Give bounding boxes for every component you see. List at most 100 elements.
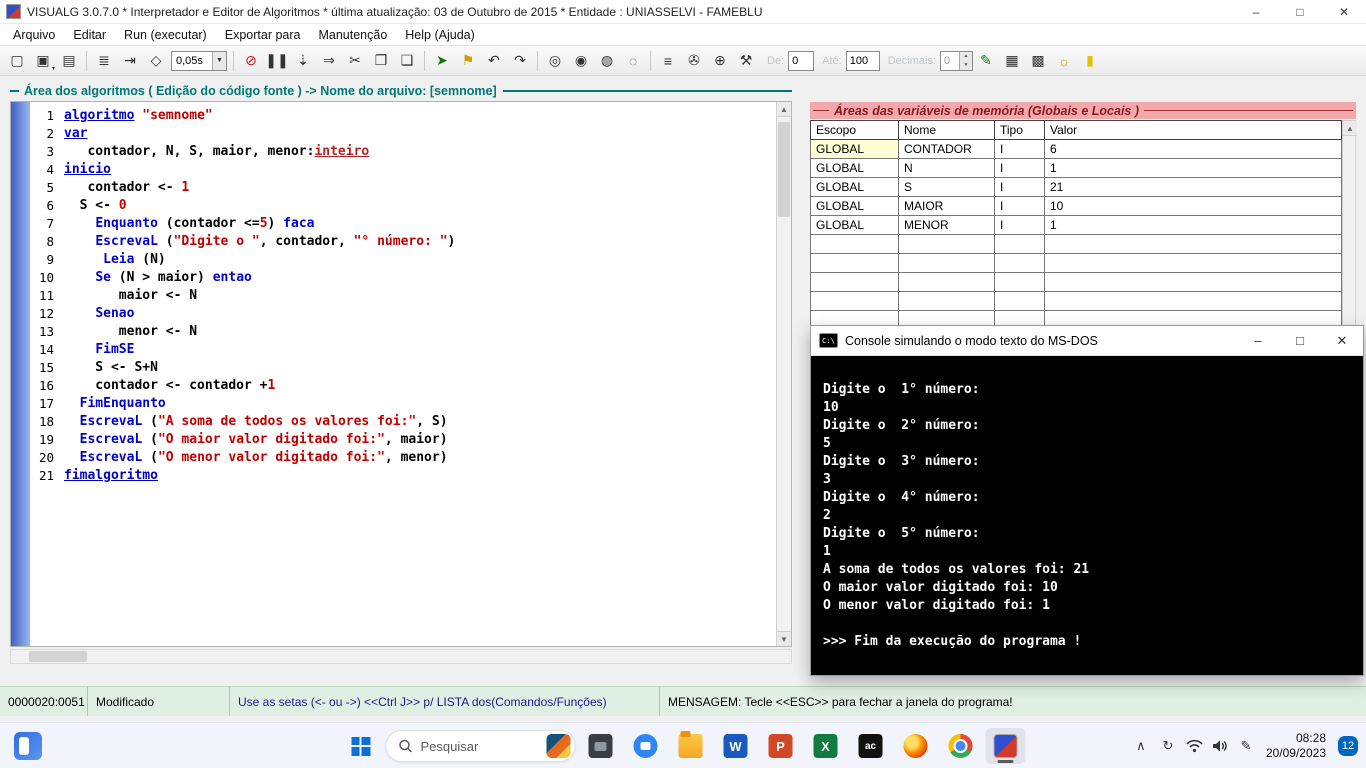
find-selected-button[interactable]: ◌	[620, 49, 646, 73]
scroll-thumb[interactable]	[778, 122, 790, 217]
table-row[interactable]: GLOBALSI21	[811, 178, 1342, 197]
undo-button[interactable]: ↶	[481, 49, 507, 73]
code-area[interactable]: 1algoritmo "semnome"2var3 contador, N, S…	[30, 102, 776, 646]
wifi-icon[interactable]	[1186, 739, 1203, 753]
chevron-up-icon[interactable]: ∧	[1132, 738, 1150, 754]
maximize-button[interactable]: □	[1278, 0, 1322, 23]
code-segment: entao	[213, 270, 252, 285]
taskbar-clock[interactable]: 08:28 20/09/2023	[1266, 731, 1326, 761]
taskbar-app-folder[interactable]	[671, 728, 711, 764]
ate-input[interactable]	[846, 51, 880, 71]
de-input[interactable]	[788, 51, 814, 71]
taskbar-app-chrome[interactable]	[941, 728, 981, 764]
sync-icon[interactable]: ↻	[1159, 738, 1177, 754]
console-close-button[interactable]: ✕	[1321, 326, 1363, 355]
spin-up-icon[interactable]: ▲	[960, 52, 972, 61]
vars-cell: GLOBAL	[811, 216, 899, 235]
highlight-button[interactable]: ▮	[1077, 49, 1103, 73]
taskbar-app-teams[interactable]	[626, 728, 666, 764]
print-button[interactable]: ✇	[681, 49, 707, 73]
new-file-button[interactable]: ▢	[4, 49, 30, 73]
align-button[interactable]: ≡	[655, 49, 681, 73]
table-row[interactable]: GLOBALCONTADORI6	[811, 140, 1342, 159]
table-row-empty[interactable]	[811, 235, 1342, 254]
pen-icon[interactable]: ✎	[1237, 738, 1255, 754]
spinner-arrows[interactable]: ▲▼	[959, 52, 972, 70]
menu-run-executar[interactable]: Run (executar)	[115, 24, 216, 45]
toggle-line-numbers-button[interactable]: ≣	[91, 49, 117, 73]
watch-variables-button[interactable]: ◇	[143, 49, 169, 73]
run-button[interactable]: ➤	[429, 49, 455, 73]
execution-speed-select[interactable]: 0,05s▼	[171, 51, 227, 71]
code-line: 9 Leia (N)	[30, 251, 776, 269]
indent-source-button[interactable]: ⇥	[117, 49, 143, 73]
code-segment: Se	[95, 270, 111, 285]
find-button[interactable]: ◎	[542, 49, 568, 73]
code-segment: EscrevaL	[80, 414, 143, 429]
editor-panel: Área dos algoritmos ( Edição do código f…	[10, 84, 792, 664]
close-button[interactable]: ✕	[1322, 0, 1366, 23]
options-button[interactable]: ⚒	[733, 49, 759, 73]
table-row[interactable]: GLOBALMAIORI10	[811, 197, 1342, 216]
console-maximize-button[interactable]: □	[1279, 326, 1321, 355]
redo-button[interactable]: ↷	[507, 49, 533, 73]
taskbar-app-excel[interactable]: X	[806, 728, 846, 764]
scroll-thumb[interactable]	[29, 651, 87, 662]
table-row[interactable]: GLOBALMENORI1	[811, 216, 1342, 235]
paste-button[interactable]: ❏	[394, 49, 420, 73]
find-next-button[interactable]: ◉	[568, 49, 594, 73]
menu-help-ajuda[interactable]: Help (Ajuda)	[396, 24, 483, 45]
widgets-icon[interactable]	[14, 732, 42, 760]
screen: VISUALG 3.0.7.0 * Interpretador e Editor…	[0, 0, 1366, 76]
editor-vertical-scrollbar[interactable]: ▲ ▼	[776, 102, 791, 646]
taskbar-app-ppt[interactable]: P	[761, 728, 801, 764]
cut-button[interactable]: ✂	[342, 49, 368, 73]
minimize-button[interactable]: –	[1234, 0, 1278, 23]
vars-cell: GLOBAL	[811, 197, 899, 216]
pseudocode-report-button[interactable]: ▦	[999, 49, 1025, 73]
scroll-down-icon[interactable]: ▼	[777, 631, 791, 646]
table-row[interactable]: GLOBALNI1	[811, 159, 1342, 178]
ascii-table-button[interactable]: ▩	[1025, 49, 1051, 73]
open-file-button[interactable]: ▣▾	[30, 49, 56, 73]
search-daily-image[interactable]	[547, 734, 571, 758]
taskbar-app-word[interactable]: W	[716, 728, 756, 764]
search-input[interactable]: Pesquisar	[386, 730, 576, 762]
code-editor[interactable]: 1algoritmo "semnome"2var3 contador, N, S…	[10, 101, 792, 647]
menu-arquivo[interactable]: Arquivo	[4, 24, 64, 45]
generate-test-values-button[interactable]: ✎	[973, 49, 999, 73]
taskbar-app-firefox[interactable]	[896, 728, 936, 764]
decimais-spinner[interactable]: 0▲▼	[940, 51, 973, 71]
notification-badge[interactable]: 12	[1338, 736, 1358, 756]
replace-button[interactable]: ◍	[594, 49, 620, 73]
pause-execution-button[interactable]: ❚❚	[264, 49, 290, 73]
run-with-timer-button[interactable]: ⚑	[455, 49, 481, 73]
code-segment: algoritmo	[64, 108, 134, 123]
step-execution-button[interactable]: ⇣	[290, 49, 316, 73]
line-number: 19	[30, 431, 64, 449]
help-tips-button[interactable]: ☼	[1051, 49, 1077, 73]
zoom-button[interactable]: ⊕	[707, 49, 733, 73]
volume-icon[interactable]	[1212, 739, 1228, 753]
menu-exportar-para[interactable]: Exportar para	[216, 24, 310, 45]
copy-button[interactable]: ❐	[368, 49, 394, 73]
spin-down-icon[interactable]: ▼	[960, 61, 972, 70]
taskbar-app-acad[interactable]: ac	[851, 728, 891, 764]
code-segment	[64, 450, 80, 465]
scroll-up-icon[interactable]: ▲	[1343, 121, 1357, 136]
table-row-empty[interactable]	[811, 273, 1342, 292]
editor-horizontal-scrollbar[interactable]	[10, 649, 792, 664]
scroll-up-icon[interactable]: ▲	[777, 102, 791, 117]
table-row-empty[interactable]	[811, 254, 1342, 273]
save-button[interactable]: ▤	[56, 49, 82, 73]
console-minimize-button[interactable]: –	[1237, 326, 1279, 355]
abort-execution-button[interactable]: ⊘	[238, 49, 264, 73]
taskbar-app-valg[interactable]	[986, 728, 1026, 764]
table-row-empty[interactable]	[811, 292, 1342, 311]
menu-editar[interactable]: Editar	[64, 24, 115, 45]
start-button[interactable]	[341, 728, 381, 764]
run-to-cursor-button[interactable]: ⇒	[316, 49, 342, 73]
menu-manuten-o[interactable]: Manutenção	[309, 24, 396, 45]
line-number: 13	[30, 323, 64, 341]
taskbar-app-darkapp[interactable]	[581, 728, 621, 764]
